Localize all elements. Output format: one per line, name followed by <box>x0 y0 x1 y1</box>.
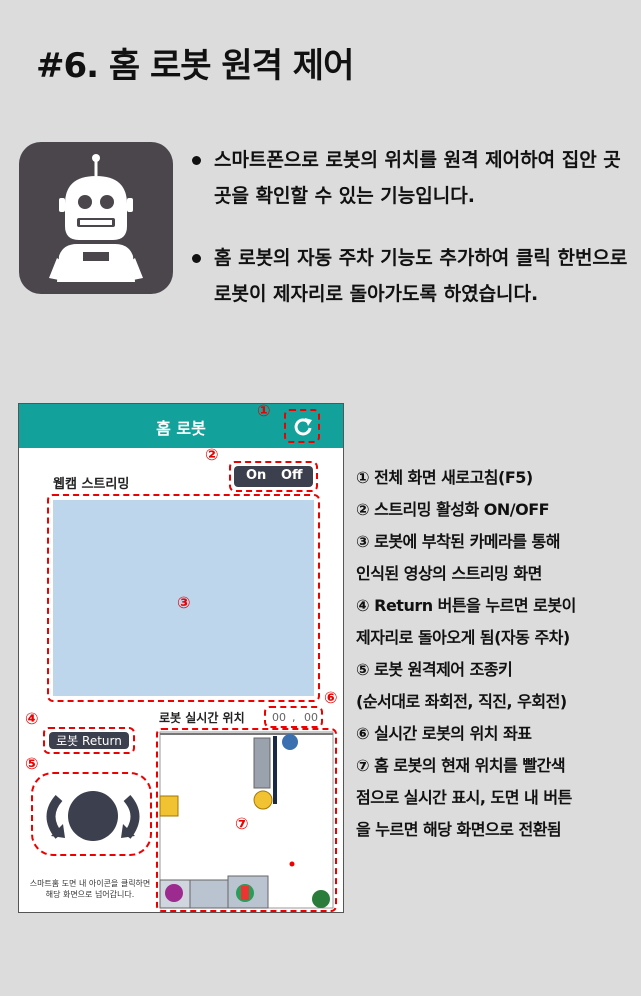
webcam-label: 웹캠 스트리밍 <box>53 477 130 492</box>
description-item: 스마트폰으로 로봇의 위치를 원격 제어하여 집안 곳곳을 확인할 수 있는 기… <box>190 142 630 214</box>
marker-2: ② <box>205 445 219 464</box>
legend-line: 점으로 실시간 표시, 도면 내 버튼 <box>356 788 572 807</box>
legend-line: ② 스트리밍 활성화 ON/OFF <box>356 500 550 519</box>
joystick-highlight <box>31 772 152 856</box>
refresh-button[interactable] <box>284 409 320 443</box>
light-icon <box>253 790 273 810</box>
legend-list: ① 전체 화면 새로고침(F5) ② 스트리밍 활성화 ON/OFF ③ 로봇에… <box>356 462 636 846</box>
marker-6: ⑥ <box>324 688 338 707</box>
description-item: 홈 로봇의 자동 주차 기능도 추가하여 클릭 한번으로 로봇이 제자리로 돌아… <box>190 240 630 312</box>
description-text: 스마트폰으로 로봇의 위치를 원격 제어하여 집안 곳곳을 확인할 수 있는 기… <box>214 149 621 207</box>
forward-button <box>68 791 118 841</box>
legend-line: ⑥ 실시간 로봇의 위치 좌표 <box>356 724 532 743</box>
car-icon <box>312 890 330 908</box>
stream-on-button[interactable]: On <box>246 468 266 483</box>
stream-toggle: On Off <box>234 466 313 487</box>
robot-icon <box>49 154 143 282</box>
page-title: #6. 홈 로봇 원격 제어 <box>36 46 354 86</box>
legend-line: ④ Return 버튼을 누르면 로봇이 <box>356 596 576 615</box>
bathroom-icon <box>282 734 298 750</box>
app-header: 홈 로봇 <box>19 404 343 448</box>
help-line: 해당 화면으로 넘어갑니다. <box>45 890 135 899</box>
legend-line: 을 누르면 해당 화면으로 전환됨 <box>356 820 562 839</box>
robot-position-dot <box>289 861 295 867</box>
robot-return-button[interactable]: 로봇 Return <box>49 732 129 749</box>
marker-4: ④ <box>25 709 39 728</box>
legend-line: 제자리로 돌아오게 됨(자동 주차) <box>356 628 570 647</box>
marker-1: ① <box>257 403 271 420</box>
phone-screenshot: 홈 로봇 웹캠 스트리밍 On Off 로봇 실시간 위치 00 , 00 로봇… <box>18 403 344 913</box>
coord-separator: , <box>292 711 296 724</box>
coord-x: 00 <box>272 711 286 724</box>
marker-7: ⑦ <box>235 814 249 833</box>
legend-line: 인식된 영상의 스트리밍 화면 <box>356 564 542 583</box>
marker-5: ⑤ <box>25 754 39 773</box>
stream-toggle-highlight: On Off <box>229 461 318 492</box>
legend-line: ⑦ 홈 로봇의 현재 위치를 빨간색 <box>356 756 566 775</box>
description-text: 홈 로봇의 자동 주차 기능도 추가하여 클릭 한번으로 로봇이 제자리로 돌아… <box>214 247 628 305</box>
return-highlight: 로봇 Return <box>43 727 135 754</box>
coord-y: 00 <box>304 711 318 724</box>
phone-icon <box>165 884 183 902</box>
legend-line: ① 전체 화면 새로고침(F5) <box>356 468 533 487</box>
help-line: 스마트홈 도면 내 아이콘을 클릭하면 <box>29 879 151 888</box>
position-label: 로봇 실시간 위치 <box>159 711 245 725</box>
robot-app-icon <box>19 142 173 294</box>
joystick-control[interactable] <box>33 774 154 858</box>
legend-line: ⑤ 로봇 원격제어 조종키 <box>356 660 513 679</box>
bullet-dot <box>192 254 201 263</box>
legend-line: ③ 로봇에 부착된 카메라를 통해 <box>356 532 560 551</box>
marker-3: ③ <box>177 593 191 612</box>
stream-off-button[interactable]: Off <box>281 468 303 483</box>
legend-line: (순서대로 좌회전, 직진, 우회전) <box>356 692 567 711</box>
help-text: 스마트홈 도면 내 아이콘을 클릭하면 해당 화면으로 넘어갑니다. <box>25 878 155 900</box>
description-list: 스마트폰으로 로봇의 위치를 원격 제어하여 집안 곳곳을 확인할 수 있는 기… <box>190 142 630 338</box>
thermometer-icon <box>159 795 179 817</box>
coordinate-display: 00 , 00 <box>264 706 323 728</box>
refresh-icon <box>294 418 312 436</box>
bullet-dot <box>192 156 201 165</box>
